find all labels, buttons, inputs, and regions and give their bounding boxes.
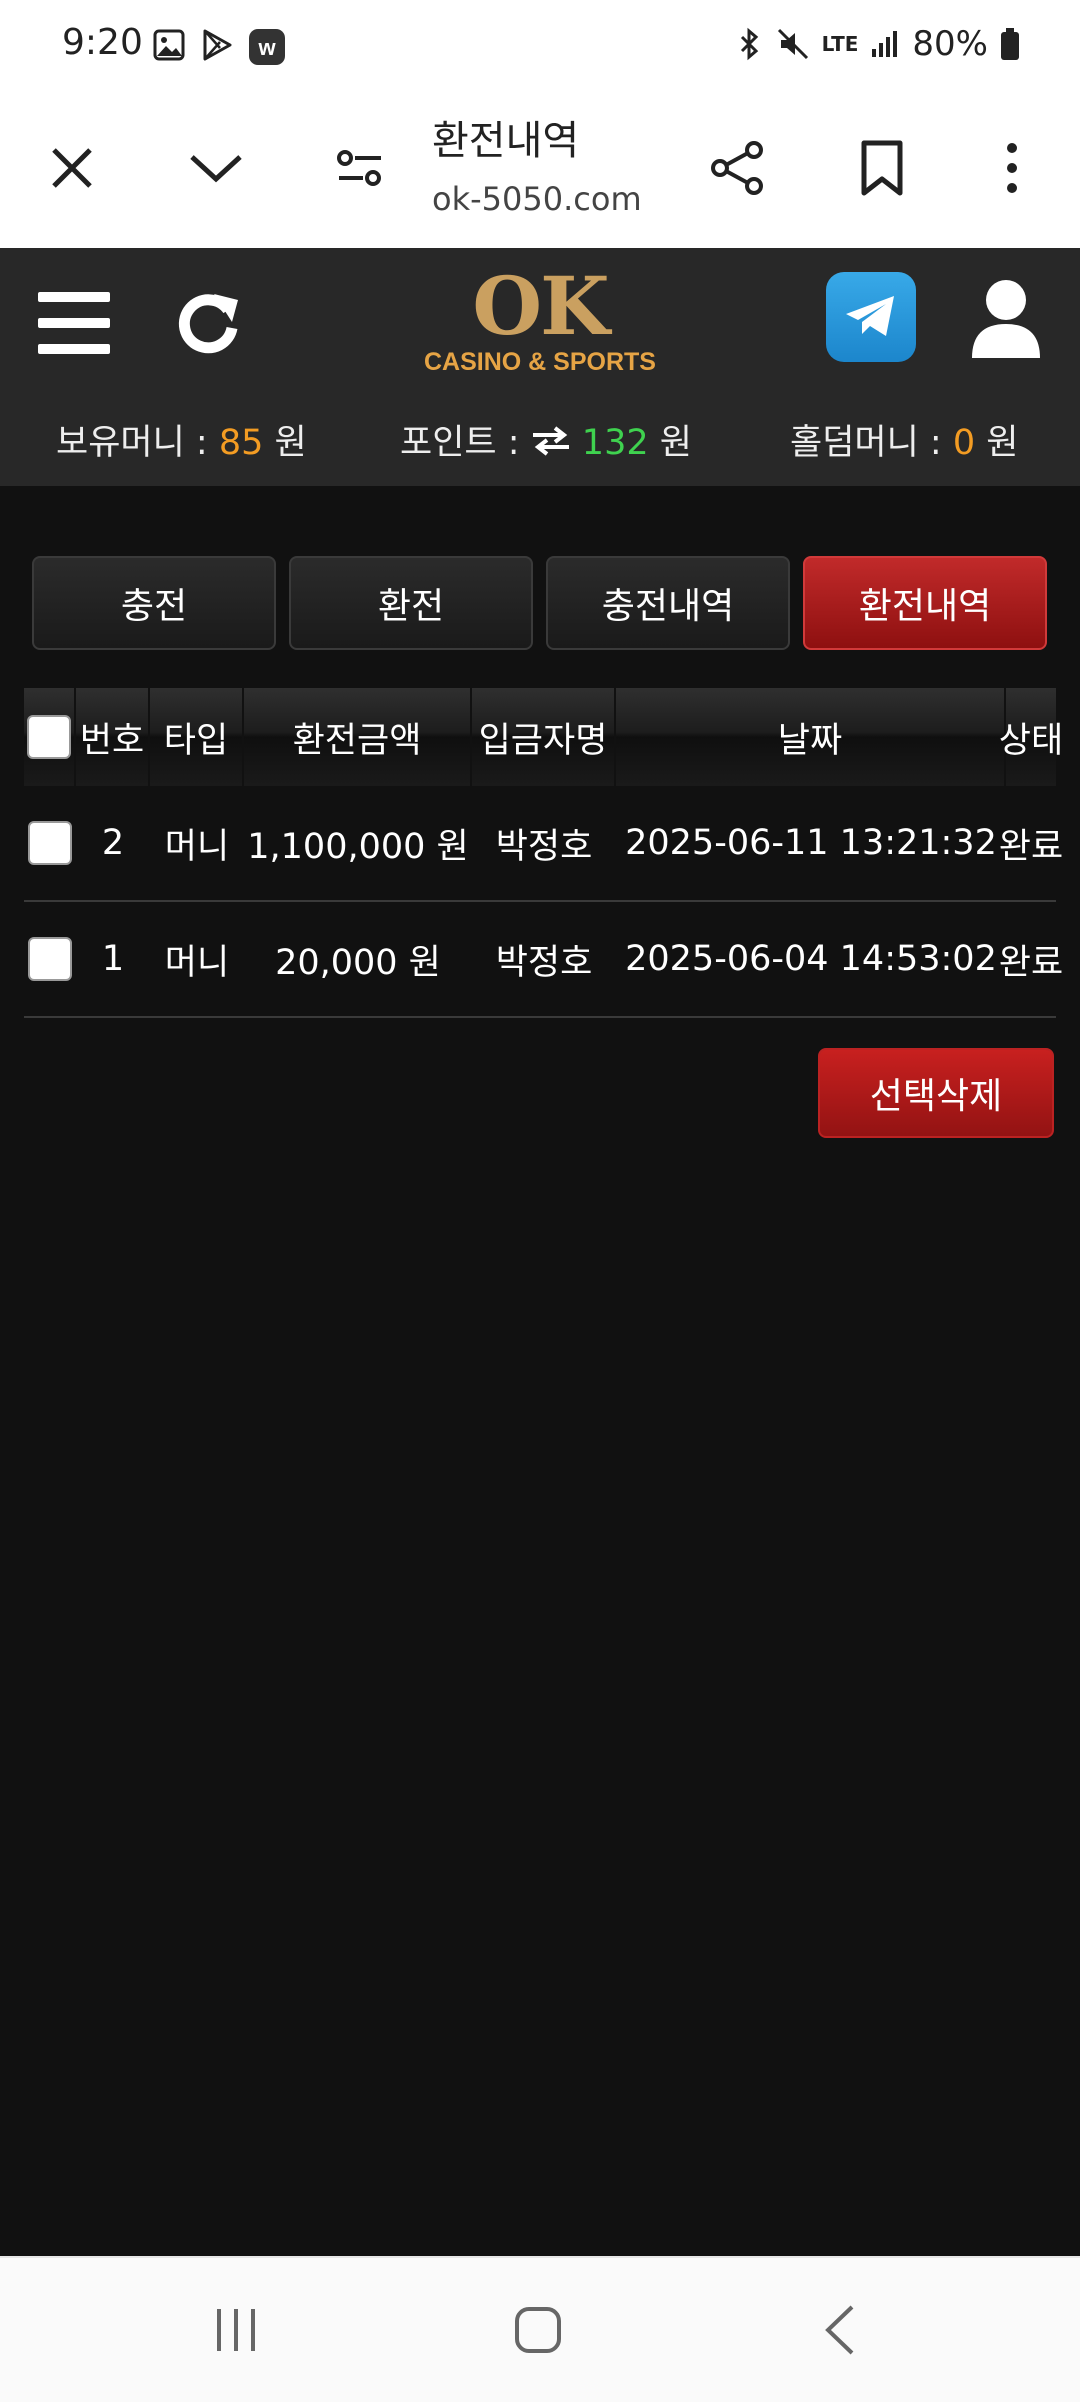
menu-icon [38,292,110,302]
signal-icon [872,31,898,57]
play-store-icon [203,29,232,61]
table-row: 1 머니 20,000 원 박정호 2025-06-04 14:53:02 완료 [24,902,1064,1018]
more-button[interactable] [976,132,1048,204]
bookmark-button[interactable] [846,132,918,204]
table-row: 2 머니 1,100,000 원 박정호 2025-06-11 13:21:32… [24,786,1064,902]
row-checkbox[interactable] [28,821,72,865]
row-type: 머니 [164,942,230,983]
row-depositor: 박정호 [495,826,593,867]
points-value: 132 [581,423,649,463]
col-date: 날짜 [616,688,1006,786]
status-time: 9:20 [62,22,143,63]
balance-row: 보유머니 : 85 원 포인트 : 132 원 홀덤머니 : 0 원 [0,414,1080,464]
refresh-button[interactable] [170,286,246,362]
held-money: 보유머니 : 85 원 [56,423,307,463]
system-nav-bar [0,2256,1080,2402]
row-amount: 20,000 원 [275,942,441,983]
col-status: 상태 [998,720,1064,761]
row-amount: 1,100,000 원 [247,826,469,867]
logo-subtitle: CASINO & SPORTS [424,348,656,376]
row-checkbox[interactable] [28,937,72,981]
recent-apps-icon [217,2309,255,2351]
back-button[interactable] [800,2298,880,2362]
status-bar: 9:20 w LTE 80% [0,0,1080,96]
page-title: 환전내역 [432,118,580,164]
tab-deposit[interactable]: 충전 [32,556,276,650]
user-button[interactable] [968,278,1044,362]
holdem-money-value: 0 [952,423,976,463]
close-button[interactable] [36,132,108,204]
menu-button[interactable] [38,292,110,356]
row-date: 2025-06-04 14:53:02 [625,939,997,979]
bluetooth-icon [740,27,758,61]
bookmark-icon [861,140,903,196]
mute-icon [777,28,808,60]
col-depositor: 입금자명 [472,688,616,786]
back-icon [825,2305,854,2355]
user-icon [972,280,1040,358]
home-button[interactable] [498,2298,578,2362]
site-logo[interactable]: OK CASINO & SPORTS [420,266,660,376]
site-settings-button[interactable] [324,132,396,204]
col-amount: 환전금액 [244,688,472,786]
recent-apps-button[interactable] [196,2298,276,2362]
row-depositor: 박정호 [495,942,593,983]
gallery-icon [153,29,185,61]
holdem-money: 홀덤머니 : 0 원 [790,423,1019,463]
battery-icon [1001,28,1019,60]
tab-withdraw-history[interactable]: 환전내역 [803,556,1047,650]
withdraw-history-table: 번호 타입 환전금액 입금자명 날짜 상태 2 머니 1,100,000 원 박… [24,688,1064,1018]
svg-text:w: w [257,35,276,60]
col-type: 타입 [150,688,244,786]
w-app-icon: w [249,29,285,65]
tab-deposit-history[interactable]: 충전내역 [546,556,790,650]
home-icon [515,2307,561,2353]
minimize-button[interactable] [180,132,252,204]
more-icon [1007,143,1017,193]
site-settings-icon [337,150,381,186]
page-url: ok-5050.com [432,180,642,218]
row-status: 완료 [998,942,1064,983]
held-money-value: 85 [218,423,264,463]
row-number: 1 [101,939,125,979]
delete-selected-button[interactable]: 선택삭제 [818,1048,1054,1138]
browser-toolbar: 환전내역 ok-5050.com [0,96,1080,250]
site-header: OK CASINO & SPORTS 보유머니 : 85 원 포인트 : 132… [0,248,1080,486]
select-all-checkbox[interactable] [27,715,71,759]
row-type: 머니 [164,826,230,867]
logo-text: OK [472,259,609,353]
refresh-icon [178,294,238,354]
row-number: 2 [101,823,125,863]
row-date: 2025-06-11 13:21:32 [625,823,997,863]
tab-withdraw[interactable]: 환전 [289,556,533,650]
col-number: 번호 [76,688,150,786]
battery-percent: 80% [912,24,988,64]
points[interactable]: 포인트 : 132 원 [400,414,692,465]
share-button[interactable] [702,132,774,204]
row-status: 완료 [998,826,1064,867]
table-header: 번호 타입 환전금액 입금자명 날짜 상태 [24,688,1064,786]
share-icon [711,141,763,195]
exchange-icon [532,426,569,456]
chevron-down-icon [190,155,242,183]
network-type: LTE [821,32,859,56]
telegram-icon [846,296,894,336]
close-icon [52,148,92,188]
telegram-button[interactable] [826,272,916,362]
